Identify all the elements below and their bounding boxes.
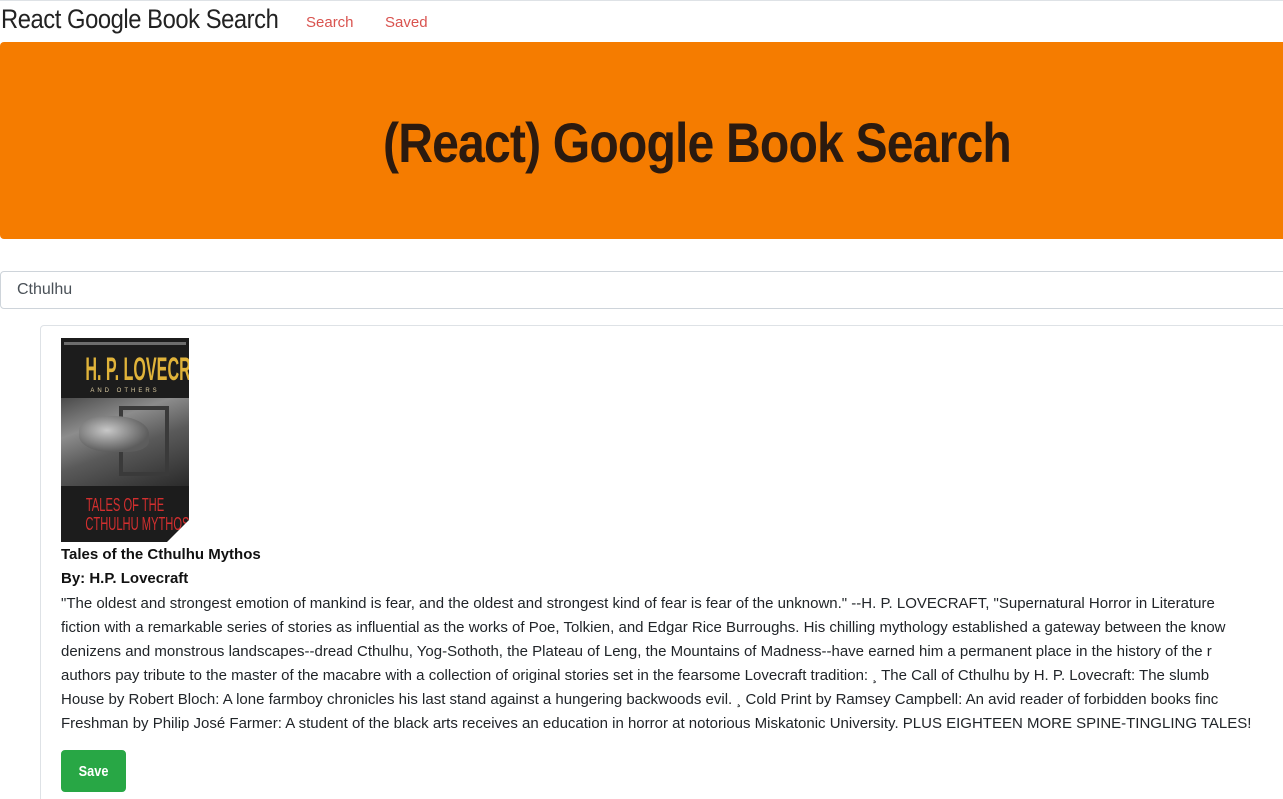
book-title: Tales of the Cthulhu Mythos: [61, 546, 261, 563]
description-line: fiction with a remarkable series of stor…: [61, 619, 1226, 636]
top-border: [0, 0, 1283, 1]
book-author: By: H.P. Lovecraft: [61, 570, 188, 587]
description-line: "The oldest and strongest emotion of man…: [61, 595, 1215, 612]
book-description: "The oldest and strongest emotion of man…: [61, 592, 1283, 736]
description-line: House by Robert Bloch: A lone farmboy ch…: [61, 691, 1219, 708]
book-card: H. P. LOVECRAFT AND OTHERS TALES OF THE …: [40, 325, 1283, 799]
book-cover-image: H. P. LOVECRAFT AND OTHERS TALES OF THE …: [61, 338, 189, 542]
nav-link-saved[interactable]: Saved: [385, 14, 428, 31]
save-button-label: Save: [78, 762, 109, 780]
save-button[interactable]: Save: [61, 750, 126, 792]
cover-tagline: [64, 342, 186, 345]
page-title: (React) Google Book Search: [383, 111, 1012, 174]
search-input[interactable]: [0, 271, 1283, 309]
cover-subtitle-line-2: CTHULHU MYTHOS: [85, 514, 189, 534]
cover-others-text: AND OTHERS: [90, 388, 160, 394]
description-line: denizens and monstrous landscapes--dread…: [61, 643, 1212, 660]
page-curl-icon: [167, 520, 189, 542]
description-line: Freshman by Philip José Farmer: A studen…: [61, 715, 1252, 732]
cover-figure: [79, 416, 149, 452]
navbar-brand[interactable]: React Google Book Search: [1, 4, 279, 35]
cover-subtitle-line-1: TALES OF THE: [85, 495, 165, 515]
navbar: React Google Book Search Search Saved: [0, 2, 1283, 42]
nav-link-search[interactable]: Search: [306, 14, 354, 31]
description-line: authors pay tribute to the master of the…: [61, 667, 1210, 684]
cover-author-text: H. P. LOVECRAFT: [85, 350, 189, 388]
author-name: H.P. Lovecraft: [89, 570, 189, 587]
jumbotron: (React) Google Book Search: [0, 42, 1283, 239]
author-prefix: By:: [61, 570, 90, 587]
cover-subtitle: TALES OF THE CTHULHU MYTHOS: [85, 495, 189, 534]
